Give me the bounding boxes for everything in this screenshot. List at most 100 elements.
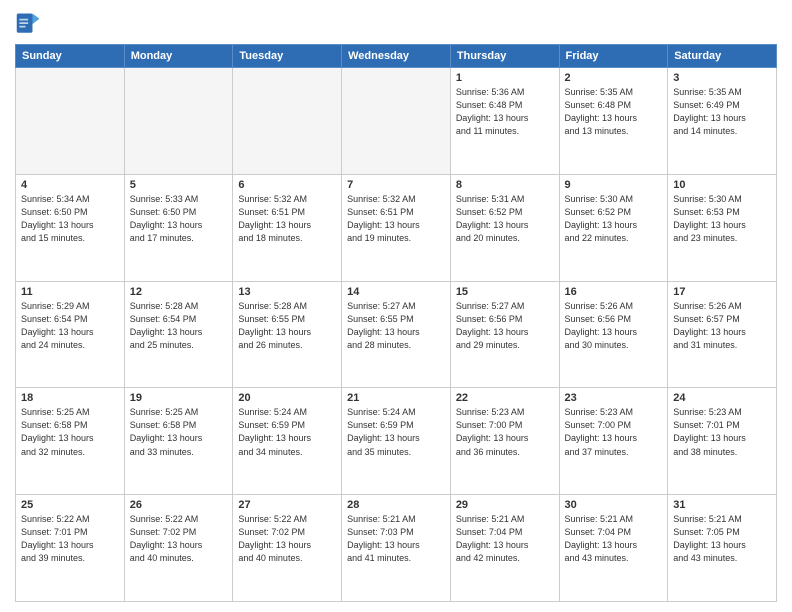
day-info: Sunrise: 5:30 AM Sunset: 6:53 PM Dayligh…: [673, 193, 771, 245]
calendar-cell: 5 Sunrise: 5:33 AM Sunset: 6:50 PM Daylig…: [124, 174, 233, 281]
calendar-header-thursday: Thursday: [450, 45, 559, 68]
calendar-week-row: 18 Sunrise: 5:25 AM Sunset: 6:58 PM Dayli…: [16, 388, 777, 495]
calendar-cell: 29Sunrise: 5:21 AM Sunset: 7:04 PM Dayli…: [450, 495, 559, 602]
calendar-header-wednesday: Wednesday: [342, 45, 451, 68]
day-info: Sunrise: 5:27 AM Sunset: 6:56 PM Dayligh…: [456, 300, 554, 352]
logo: [15, 10, 47, 38]
calendar-header-monday: Monday: [124, 45, 233, 68]
calendar-cell: 10 Sunrise: 5:30 AM Sunset: 6:53 PM Dayli…: [668, 174, 777, 281]
calendar-cell: 3Sunrise: 5:35 AM Sunset: 6:49 PM Daylig…: [668, 68, 777, 175]
day-number: 11: [21, 286, 119, 298]
calendar-week-row: 1 Sunrise: 5:36 AM Sunset: 6:48 PM Daylig…: [16, 68, 777, 175]
day-number: 17: [673, 286, 771, 298]
day-info: Sunrise: 5:21 AM Sunset: 7:03 PM Dayligh…: [347, 513, 445, 565]
calendar-cell: 1 Sunrise: 5:36 AM Sunset: 6:48 PM Daylig…: [450, 68, 559, 175]
day-number: 10: [673, 179, 771, 191]
day-number: 6: [238, 179, 336, 191]
calendar-cell: [16, 68, 125, 175]
calendar-cell: 27 Sunrise: 5:22 AM Sunset: 7:02 PM Dayli…: [233, 495, 342, 602]
calendar-cell: 12 Sunrise: 5:28 AM Sunset: 6:54 PM Dayli…: [124, 281, 233, 388]
calendar-cell: 4 Sunrise: 5:34 AM Sunset: 6:50 PM Daylig…: [16, 174, 125, 281]
day-number: 19: [130, 392, 228, 404]
calendar-header-sunday: Sunday: [16, 45, 125, 68]
calendar-week-row: 25 Sunrise: 5:22 AM Sunset: 7:01 PM Dayli…: [16, 495, 777, 602]
calendar-table: SundayMondayTuesdayWednesdayThursdayFrid…: [15, 44, 777, 602]
day-info: Sunrise: 5:28 AM Sunset: 6:55 PM Dayligh…: [238, 300, 336, 352]
logo-icon: [15, 10, 43, 38]
calendar-header-row: SundayMondayTuesdayWednesdayThursdayFrid…: [16, 45, 777, 68]
day-info: Sunrise: 5:33 AM Sunset: 6:50 PM Dayligh…: [130, 193, 228, 245]
calendar-cell: 21 Sunrise: 5:24 AM Sunset: 6:59 PM Dayli…: [342, 388, 451, 495]
calendar-cell: 24 Sunrise: 5:23 AM Sunset: 7:01 PM Dayli…: [668, 388, 777, 495]
day-number: 2: [565, 72, 663, 84]
day-info: Sunrise: 5:24 AM Sunset: 6:59 PM Dayligh…: [347, 406, 445, 458]
day-info: Sunrise: 5:25 AM Sunset: 6:58 PM Dayligh…: [21, 406, 119, 458]
calendar-cell: 8 Sunrise: 5:31 AM Sunset: 6:52 PM Daylig…: [450, 174, 559, 281]
calendar-cell: 20 Sunrise: 5:24 AM Sunset: 6:59 PM Dayli…: [233, 388, 342, 495]
day-info: Sunrise: 5:21 AM Sunset: 7:04 PM Dayligh…: [565, 513, 663, 565]
page: SundayMondayTuesdayWednesdayThursdayFrid…: [0, 0, 792, 612]
calendar-header-saturday: Saturday: [668, 45, 777, 68]
day-number: 9: [565, 179, 663, 191]
day-number: 14: [347, 286, 445, 298]
day-info: Sunrise: 5:35 AM Sunset: 6:48 PM Dayligh…: [565, 86, 663, 138]
day-number: 25: [21, 499, 119, 511]
day-info: Sunrise: 5:32 AM Sunset: 6:51 PM Dayligh…: [238, 193, 336, 245]
day-number: 24: [673, 392, 771, 404]
calendar-header-tuesday: Tuesday: [233, 45, 342, 68]
day-info: Sunrise: 5:31 AM Sunset: 6:52 PM Dayligh…: [456, 193, 554, 245]
calendar-cell: 15 Sunrise: 5:27 AM Sunset: 6:56 PM Dayli…: [450, 281, 559, 388]
day-number: 21: [347, 392, 445, 404]
day-info: Sunrise: 5:23 AM Sunset: 7:00 PM Dayligh…: [456, 406, 554, 458]
day-info: Sunrise: 5:29 AM Sunset: 6:54 PM Dayligh…: [21, 300, 119, 352]
calendar-cell: 19 Sunrise: 5:25 AM Sunset: 6:58 PM Dayli…: [124, 388, 233, 495]
day-info: Sunrise: 5:23 AM Sunset: 7:01 PM Dayligh…: [673, 406, 771, 458]
day-number: 5: [130, 179, 228, 191]
calendar-week-row: 11 Sunrise: 5:29 AM Sunset: 6:54 PM Dayli…: [16, 281, 777, 388]
calendar-week-row: 4 Sunrise: 5:34 AM Sunset: 6:50 PM Daylig…: [16, 174, 777, 281]
day-info: Sunrise: 5:26 AM Sunset: 6:56 PM Dayligh…: [565, 300, 663, 352]
day-info: Sunrise: 5:23 AM Sunset: 7:00 PM Dayligh…: [565, 406, 663, 458]
calendar-cell: [233, 68, 342, 175]
day-info: Sunrise: 5:28 AM Sunset: 6:54 PM Dayligh…: [130, 300, 228, 352]
day-number: 13: [238, 286, 336, 298]
day-info: Sunrise: 5:34 AM Sunset: 6:50 PM Dayligh…: [21, 193, 119, 245]
calendar-cell: 18 Sunrise: 5:25 AM Sunset: 6:58 PM Dayli…: [16, 388, 125, 495]
calendar-cell: 26Sunrise: 5:22 AM Sunset: 7:02 PM Dayli…: [124, 495, 233, 602]
calendar-cell: [342, 68, 451, 175]
calendar-cell: 9 Sunrise: 5:30 AM Sunset: 6:52 PM Daylig…: [559, 174, 668, 281]
day-info: Sunrise: 5:25 AM Sunset: 6:58 PM Dayligh…: [130, 406, 228, 458]
day-info: Sunrise: 5:22 AM Sunset: 7:01 PM Dayligh…: [21, 513, 119, 565]
day-number: 12: [130, 286, 228, 298]
calendar-cell: 30Sunrise: 5:21 AM Sunset: 7:04 PM Dayli…: [559, 495, 668, 602]
calendar-cell: 28 Sunrise: 5:21 AM Sunset: 7:03 PM Dayli…: [342, 495, 451, 602]
day-info: Sunrise: 5:22 AM Sunset: 7:02 PM Dayligh…: [238, 513, 336, 565]
day-number: 28: [347, 499, 445, 511]
calendar-cell: 13 Sunrise: 5:28 AM Sunset: 6:55 PM Dayli…: [233, 281, 342, 388]
calendar-cell: 22Sunrise: 5:23 AM Sunset: 7:00 PM Dayli…: [450, 388, 559, 495]
day-number: 15: [456, 286, 554, 298]
day-number: 18: [21, 392, 119, 404]
day-number: 16: [565, 286, 663, 298]
calendar-cell: 6 Sunrise: 5:32 AM Sunset: 6:51 PM Daylig…: [233, 174, 342, 281]
day-info: Sunrise: 5:26 AM Sunset: 6:57 PM Dayligh…: [673, 300, 771, 352]
calendar-cell: 17 Sunrise: 5:26 AM Sunset: 6:57 PM Dayli…: [668, 281, 777, 388]
day-number: 26: [130, 499, 228, 511]
calendar-cell: 14Sunrise: 5:27 AM Sunset: 6:55 PM Dayli…: [342, 281, 451, 388]
day-number: 31: [673, 499, 771, 511]
day-info: Sunrise: 5:30 AM Sunset: 6:52 PM Dayligh…: [565, 193, 663, 245]
day-number: 4: [21, 179, 119, 191]
calendar-cell: 16 Sunrise: 5:26 AM Sunset: 6:56 PM Dayli…: [559, 281, 668, 388]
day-number: 23: [565, 392, 663, 404]
day-number: 29: [456, 499, 554, 511]
day-info: Sunrise: 5:24 AM Sunset: 6:59 PM Dayligh…: [238, 406, 336, 458]
calendar-cell: 23 Sunrise: 5:23 AM Sunset: 7:00 PM Dayli…: [559, 388, 668, 495]
day-number: 20: [238, 392, 336, 404]
calendar-cell: 11 Sunrise: 5:29 AM Sunset: 6:54 PM Dayli…: [16, 281, 125, 388]
day-number: 1: [456, 72, 554, 84]
day-number: 27: [238, 499, 336, 511]
day-number: 3: [673, 72, 771, 84]
day-number: 8: [456, 179, 554, 191]
calendar-cell: 2 Sunrise: 5:35 AM Sunset: 6:48 PM Daylig…: [559, 68, 668, 175]
day-info: Sunrise: 5:36 AM Sunset: 6:48 PM Dayligh…: [456, 86, 554, 138]
